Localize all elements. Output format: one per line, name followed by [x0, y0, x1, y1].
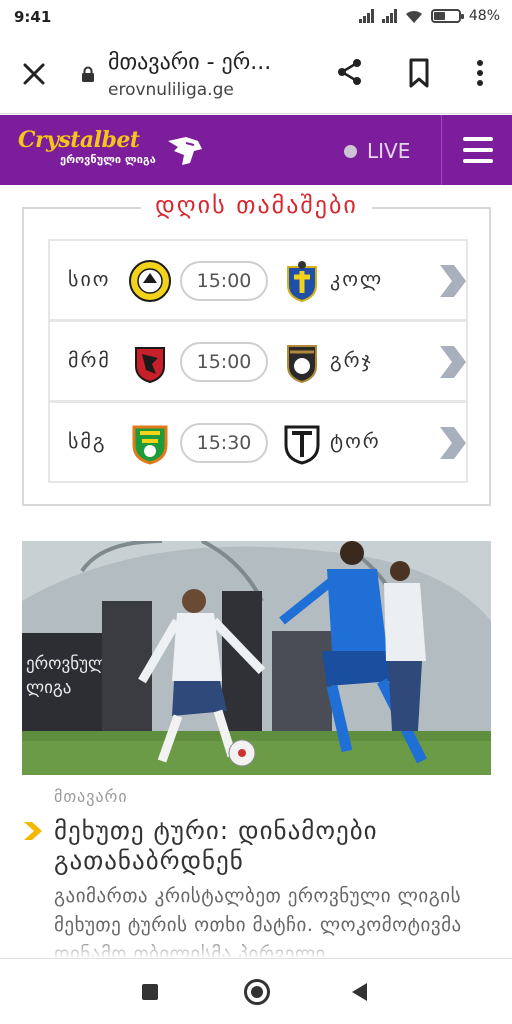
sioni-crest-icon	[129, 260, 171, 302]
football-match-photo: ეროვნული ლიგა	[22, 541, 491, 775]
svg-text:ლიგა: ლიგა	[26, 678, 71, 698]
battery-icon	[430, 9, 464, 23]
banner-text: ეროვნული	[26, 654, 115, 674]
cell-signal-icon	[381, 9, 397, 23]
status-bar: 9:41 48%	[0, 0, 512, 34]
chevron-right-icon[interactable]	[436, 425, 466, 461]
cell-signal-icon	[358, 9, 374, 23]
live-label: LIVE	[367, 139, 411, 163]
away-team: ტორ	[330, 429, 381, 453]
match-row[interactable]: მრმ 15:00 გრჯ	[48, 320, 468, 402]
close-icon[interactable]	[18, 58, 50, 90]
away-team: გრჯ	[330, 348, 373, 372]
home-team: სმგ	[68, 429, 107, 453]
samgurali-crest-icon	[132, 425, 168, 465]
bookmark-icon[interactable]	[404, 56, 434, 90]
status-time: 9:41	[14, 8, 52, 26]
hamburger-icon	[463, 137, 493, 141]
match-row[interactable]: სიო 15:00 კოლ	[48, 239, 468, 321]
status-icons: 48%	[358, 8, 500, 24]
torpedo-crest-icon	[284, 425, 320, 465]
kickoff-time: 15:30	[180, 423, 268, 463]
site-header: Crystalbet ეროვნული ლიგა LIVE	[0, 115, 512, 185]
content-fade	[0, 935, 512, 959]
chevron-right-icon[interactable]	[436, 344, 466, 380]
lock-icon	[82, 66, 94, 82]
page-title[interactable]: მთავარი - ერ...	[108, 50, 271, 75]
home-icon[interactable]	[244, 979, 270, 1005]
gareji-crest-icon	[287, 345, 317, 384]
matches-heading: დღის თამაშები	[24, 191, 489, 219]
wifi-icon	[405, 10, 422, 23]
news-headline[interactable]: მეხუთე ტური: დინამოები გათანაბრდნენ	[54, 816, 474, 876]
recent-apps-icon[interactable]	[142, 984, 158, 1000]
menu-button[interactable]	[441, 115, 512, 185]
kolkheti-crest-icon	[287, 261, 317, 303]
away-team: კოლ	[330, 267, 384, 291]
live-dot-icon	[344, 144, 357, 158]
news-photo[interactable]: ეროვნული ლიგა	[22, 541, 491, 775]
chevron-right-icon	[24, 822, 42, 840]
crystalbet-logo[interactable]: Crystalbet ეროვნული ლიგა	[18, 127, 208, 177]
kickoff-time: 15:00	[180, 261, 268, 301]
merani-crest-icon	[135, 347, 165, 384]
match-row[interactable]: სმგ 15:30 ტორ	[48, 401, 468, 483]
system-nav-bar	[0, 958, 512, 1024]
battery-percent: 48%	[468, 8, 500, 24]
chevron-right-icon[interactable]	[436, 263, 466, 299]
kickoff-time: 15:00	[180, 342, 268, 382]
live-button[interactable]: LIVE	[344, 139, 410, 163]
news-category[interactable]: მთავარი	[54, 787, 128, 806]
back-icon[interactable]	[352, 983, 367, 1001]
share-icon[interactable]	[334, 56, 366, 88]
todays-matches: დღის თამაშები სიო 15:00 კოლ მრმ 15:00 გრ…	[22, 191, 491, 506]
browser-toolbar: მთავარი - ერ... erovnuliliga.ge	[0, 34, 512, 114]
horse-logo-icon	[168, 137, 202, 165]
more-options-icon[interactable]	[468, 56, 492, 90]
home-team: სიო	[68, 267, 111, 291]
url-text[interactable]: erovnuliliga.ge	[108, 80, 234, 100]
home-team: მრმ	[68, 348, 111, 372]
